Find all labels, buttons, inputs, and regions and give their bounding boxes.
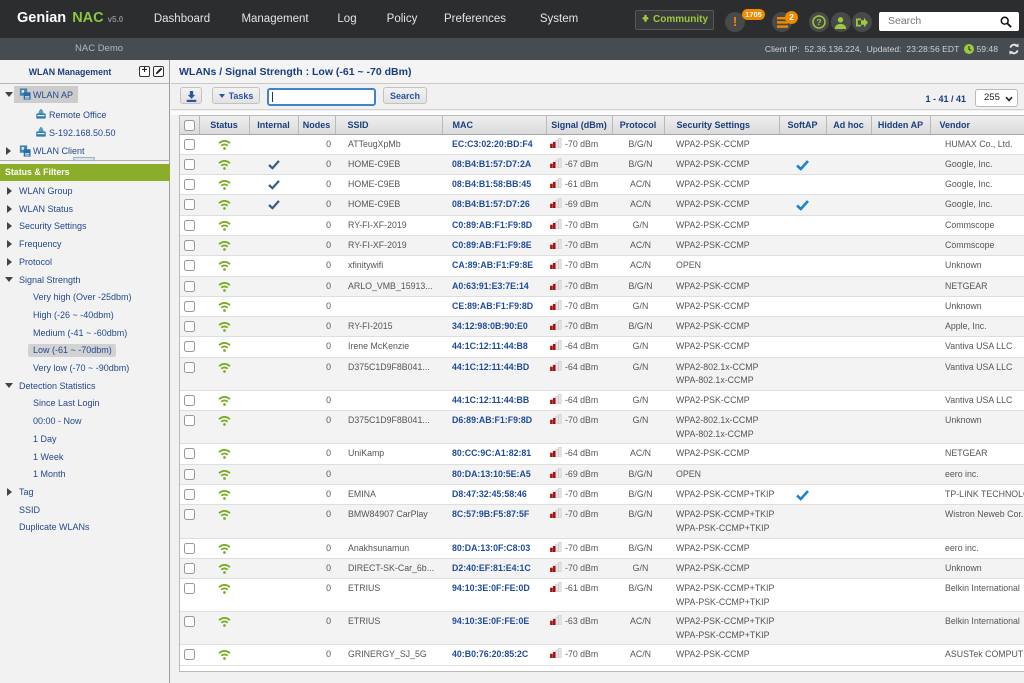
svg-text:?: ? <box>816 17 821 27</box>
